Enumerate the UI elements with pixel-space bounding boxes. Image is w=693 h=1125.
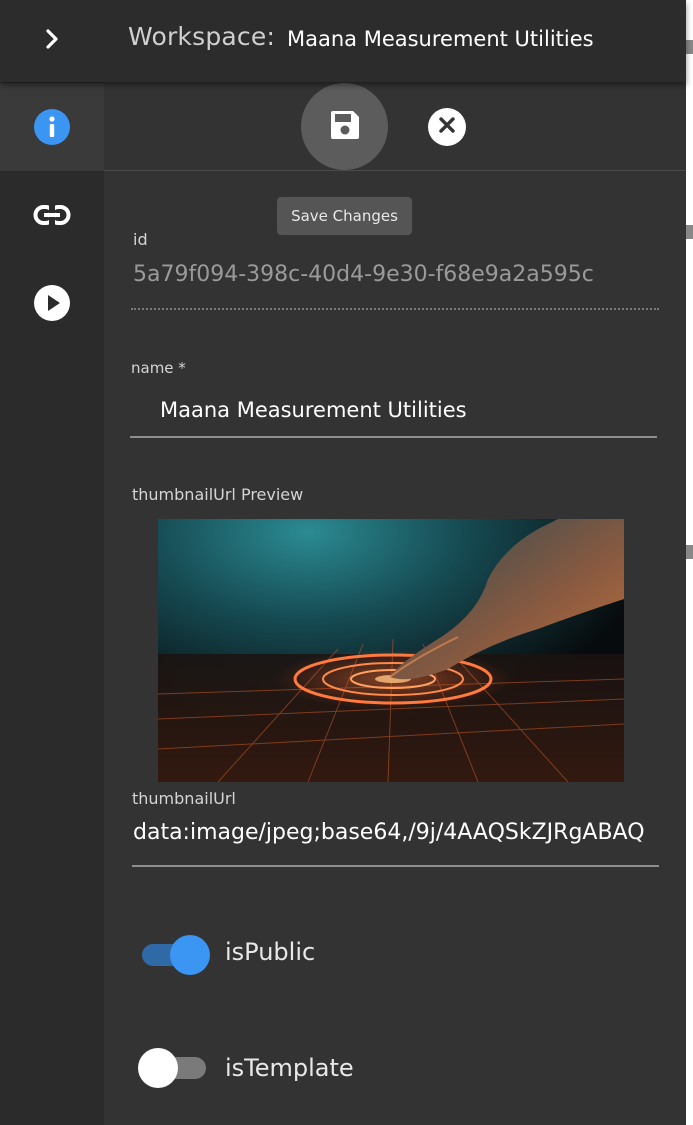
floppy-disk-icon — [328, 108, 362, 146]
play-icon — [33, 284, 71, 322]
thumbnail-preview-image — [158, 519, 624, 782]
thumbnail-url-underline — [132, 865, 659, 867]
workspace-label: Workspace: — [128, 22, 276, 51]
is-public-toggle[interactable] — [140, 935, 212, 975]
toggle-knob — [138, 1048, 178, 1088]
background-fragment — [686, 40, 693, 54]
is-public-label: isPublic — [225, 938, 316, 966]
toggle-knob — [170, 935, 210, 975]
rail-tab-info[interactable] — [0, 83, 104, 171]
id-label: id — [133, 230, 148, 249]
name-label: name * — [131, 359, 186, 377]
workspace-panel: Workspace: Maana Measurement Utilities S… — [0, 0, 693, 1125]
name-input-underline — [130, 436, 657, 438]
toolbar-divider — [104, 170, 686, 171]
workspace-header: Workspace: Maana Measurement Utilities — [0, 0, 686, 82]
background-fragment — [686, 225, 693, 239]
name-input[interactable]: Maana Measurement Utilities — [160, 398, 655, 422]
is-template-toggle[interactable] — [138, 1048, 212, 1088]
link-icon — [33, 204, 71, 226]
info-icon — [33, 108, 71, 146]
thumbnail-url-input[interactable]: data:image/jpeg;base64,/9j/4AAQSkZJRgABA… — [133, 820, 659, 845]
rail-tab-links[interactable] — [0, 171, 104, 259]
save-tooltip: Save Changes — [277, 197, 412, 235]
id-field-underline — [131, 308, 659, 310]
is-template-label: isTemplate — [225, 1054, 354, 1082]
expand-panel-button[interactable] — [0, 0, 104, 82]
thumbnail-preview-label: thumbnailUrl Preview — [132, 485, 304, 504]
background-page-edge — [686, 0, 693, 1125]
background-fragment — [686, 545, 693, 559]
side-rail — [0, 0, 104, 1125]
save-button[interactable] — [301, 83, 388, 170]
chevron-right-icon — [42, 27, 62, 55]
workspace-name: Maana Measurement Utilities — [287, 27, 594, 51]
thumbnail-url-label: thumbnailUrl — [132, 789, 236, 808]
id-field: 5a79f094-398c-40d4-9e30-f68e9a2a595c — [133, 262, 594, 287]
rail-tab-run[interactable] — [0, 259, 104, 347]
cancel-button[interactable] — [428, 108, 466, 146]
close-icon — [438, 116, 456, 138]
